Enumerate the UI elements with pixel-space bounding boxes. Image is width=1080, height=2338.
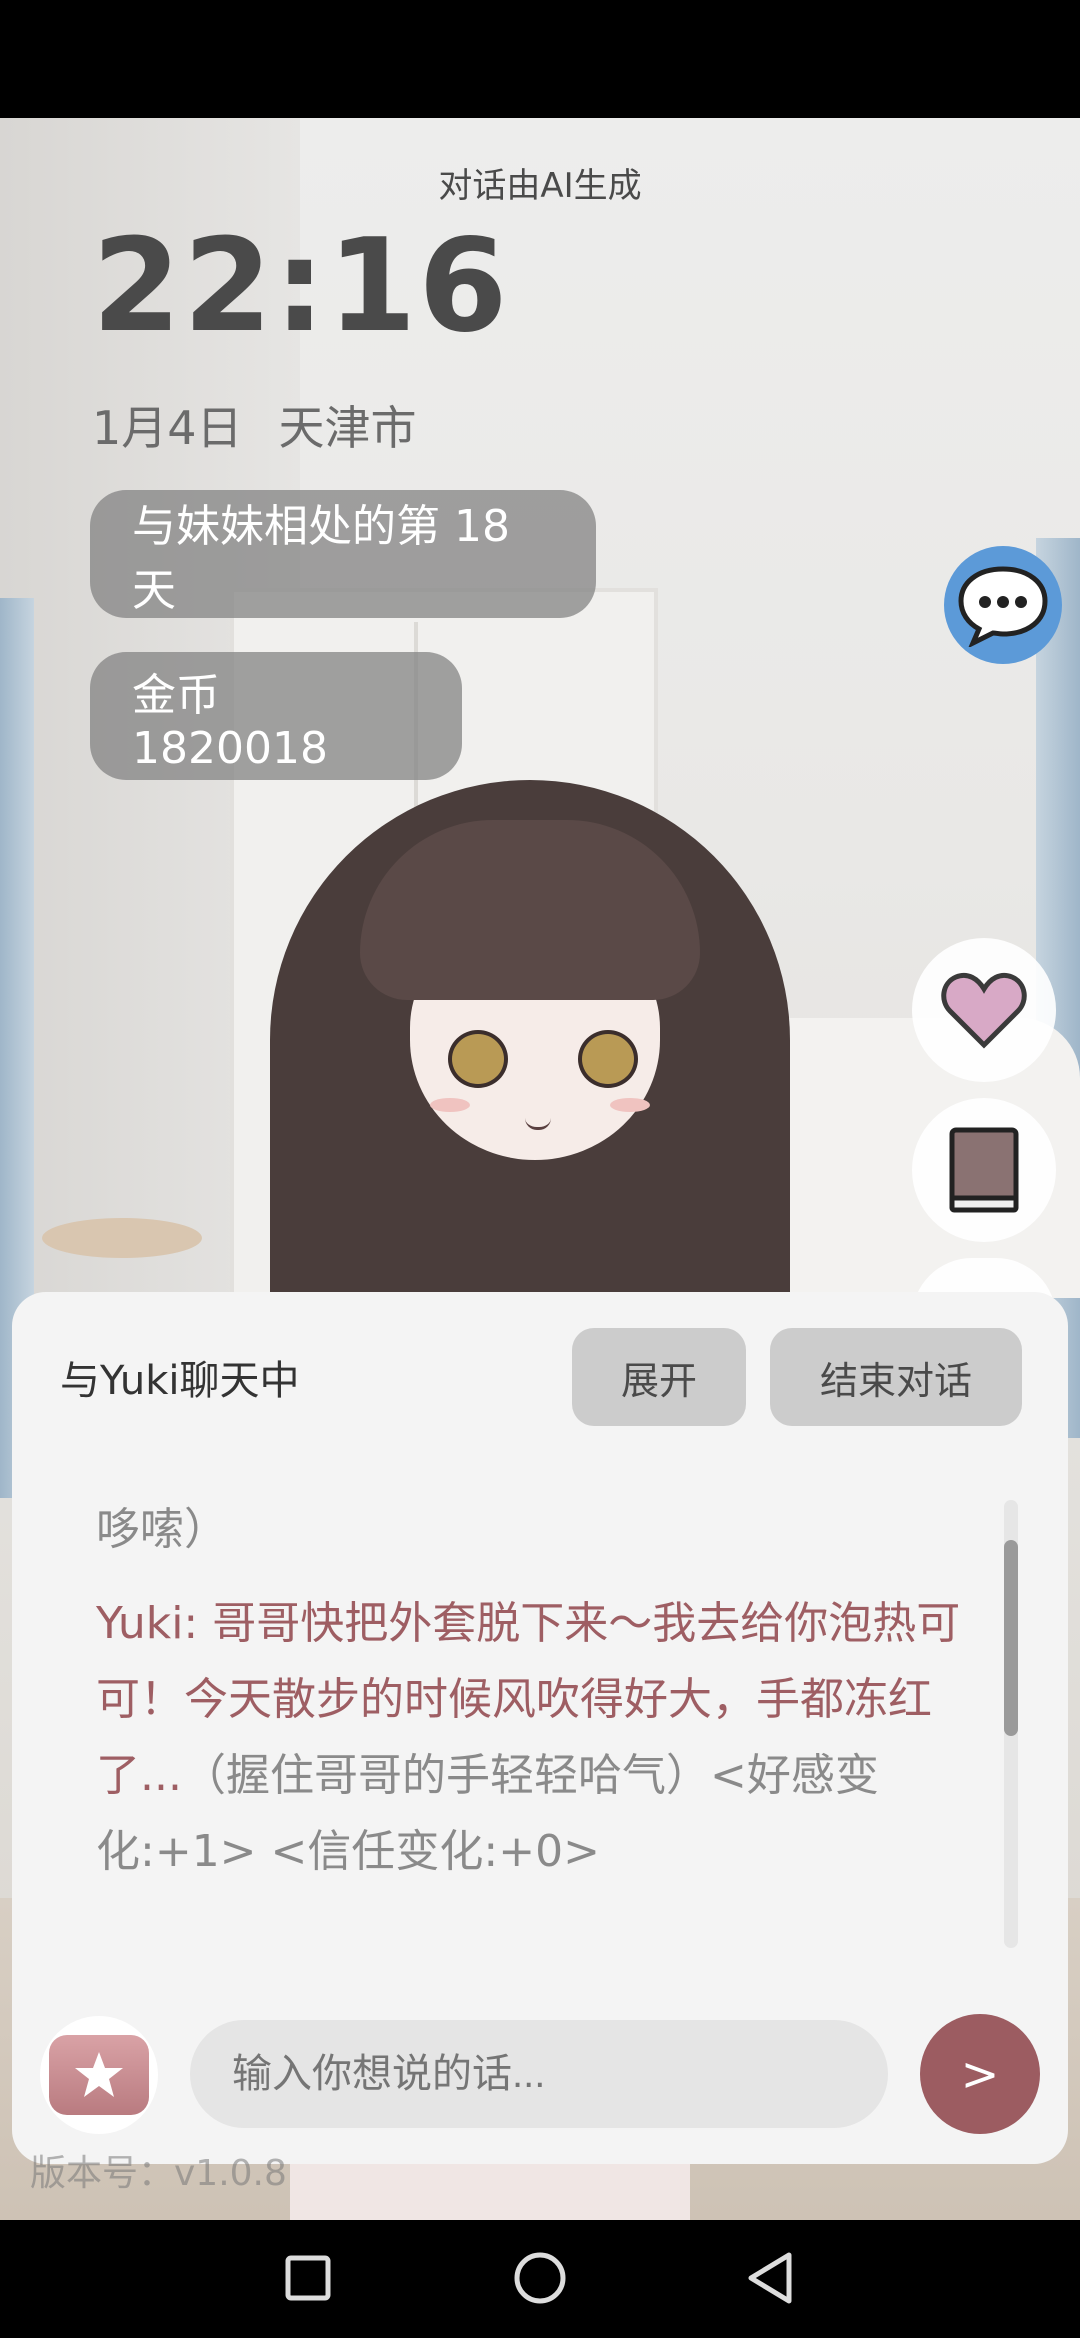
days-together-badge: 与妹妹相处的第 18 天 bbox=[90, 490, 596, 618]
clock: 22:16 bbox=[92, 212, 510, 361]
character-yuki[interactable] bbox=[270, 720, 790, 1400]
end-conversation-button[interactable]: 结束对话 bbox=[770, 1328, 1022, 1426]
square-icon bbox=[285, 2255, 331, 2301]
home-button[interactable] bbox=[504, 2242, 576, 2314]
message-scrollbar[interactable] bbox=[1004, 1500, 1018, 1948]
date-location: 1月4日 天津市 bbox=[92, 392, 453, 458]
status-bar bbox=[0, 0, 1080, 118]
chat-button[interactable] bbox=[944, 546, 1062, 664]
diary-button[interactable] bbox=[912, 1098, 1056, 1242]
location: 天津市 bbox=[278, 401, 417, 455]
previous-message-fragment: 哆嗦） bbox=[96, 1504, 228, 1555]
gift-button[interactable] bbox=[40, 2016, 158, 2134]
expand-button[interactable]: 展开 bbox=[572, 1328, 746, 1426]
message-input[interactable] bbox=[190, 2020, 888, 2128]
message-action: （握住哥哥的手轻轻哈气） bbox=[181, 1750, 710, 1801]
version-label: 版本号：v1.0.8 bbox=[30, 2153, 287, 2194]
right-eye bbox=[578, 1030, 638, 1088]
coins-badge: 金币 1820018 bbox=[90, 652, 462, 780]
triangle-back-icon bbox=[748, 2252, 792, 2304]
days-together-label: 与妹妹相处的第 18 天 bbox=[132, 501, 510, 616]
coins-label: 金币 1820018 bbox=[132, 669, 328, 774]
speech-bubble-icon bbox=[958, 566, 1048, 647]
ai-generated-notice: 对话由AI生成 bbox=[438, 166, 642, 206]
chat-panel: 与Yuki聊天中 展开 结束对话 哆嗦） Yuki: 哥哥快把外套脱下来～我去给… bbox=[12, 1292, 1068, 2164]
gift-star-icon bbox=[49, 2035, 149, 2115]
heart-icon bbox=[941, 972, 1027, 1049]
side-table bbox=[42, 1218, 202, 1258]
recent-apps-button[interactable] bbox=[272, 2242, 344, 2314]
favorability-button[interactable] bbox=[912, 938, 1056, 1082]
speaker-name: Yuki: bbox=[96, 1598, 213, 1649]
circle-icon bbox=[514, 2252, 566, 2304]
message-list[interactable]: 哆嗦） Yuki: 哥哥快把外套脱下来～我去给你泡热可可！今天散步的时候风吹得好… bbox=[96, 1492, 976, 1877]
scroll-thumb[interactable] bbox=[1004, 1540, 1018, 1736]
send-button[interactable]: > bbox=[920, 2014, 1040, 2134]
left-eye bbox=[448, 1030, 508, 1088]
chat-title: 与Yuki聊天中 bbox=[60, 1358, 300, 1404]
book-icon bbox=[949, 1127, 1019, 1213]
character-legs bbox=[290, 2160, 690, 2220]
yuki-message: Yuki: 哥哥快把外套脱下来～我去给你泡热可可！今天散步的时候风吹得好大，手都… bbox=[96, 1586, 976, 1890]
back-button[interactable] bbox=[734, 2242, 806, 2314]
date: 1月4日 bbox=[92, 401, 243, 455]
system-nav-bar bbox=[0, 2220, 1080, 2338]
